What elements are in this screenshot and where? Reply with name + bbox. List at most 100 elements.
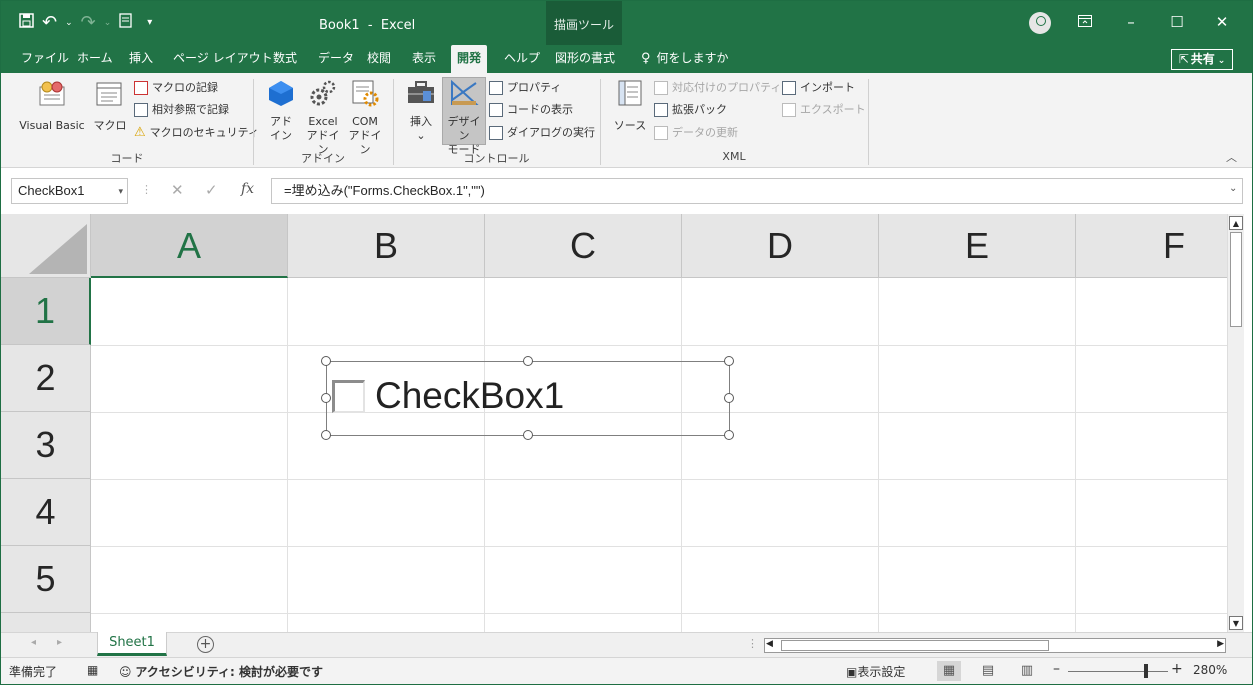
tab-split-grip-icon[interactable]: ⋮ bbox=[747, 637, 758, 650]
scroll-right-icon[interactable]: ▶ bbox=[1217, 639, 1224, 649]
vertical-scrollbar[interactable]: ▲ ▼ bbox=[1227, 214, 1244, 632]
visual-basic-button[interactable]: Visual Basic bbox=[15, 79, 89, 133]
print-preview-icon[interactable] bbox=[119, 13, 133, 32]
resize-handle-right[interactable] bbox=[724, 393, 734, 403]
expansion-packs-button[interactable]: 拡張パック bbox=[654, 101, 727, 119]
row-header-3[interactable]: 3 bbox=[1, 412, 91, 479]
column-header-c[interactable]: C bbox=[485, 214, 682, 278]
zoom-slider-track[interactable] bbox=[1068, 671, 1168, 672]
insert-function-icon[interactable]: fx bbox=[241, 181, 254, 197]
tab-insert[interactable]: 挿入 bbox=[123, 45, 159, 73]
row-header-5[interactable]: 5 bbox=[1, 546, 91, 613]
gridline bbox=[91, 345, 1227, 346]
tab-view[interactable]: 表示 bbox=[406, 45, 442, 73]
zoom-level[interactable]: 280% bbox=[1193, 663, 1227, 677]
formula-input[interactable]: =埋め込み("Forms.CheckBox.1","") bbox=[271, 178, 1243, 204]
add-sheet-icon[interactable]: + bbox=[197, 636, 214, 653]
resize-handle-bottom-right[interactable] bbox=[724, 430, 734, 440]
addins-button[interactable]: アド イン bbox=[263, 79, 299, 143]
row-header-4[interactable]: 4 bbox=[1, 479, 91, 546]
collapse-ribbon-icon[interactable]: ︿ bbox=[1226, 149, 1237, 165]
relative-reference-button[interactable]: 相対参照で記録 bbox=[134, 101, 229, 119]
scroll-left-icon[interactable]: ◀ bbox=[766, 639, 773, 649]
close-icon[interactable]: ✕ bbox=[1208, 13, 1236, 31]
column-header-b[interactable]: B bbox=[288, 214, 485, 278]
sheet-tab-sheet1[interactable]: Sheet1 bbox=[97, 632, 167, 656]
name-box-dropdown-icon[interactable]: ▾ bbox=[118, 179, 123, 203]
row-header-1[interactable]: 1 bbox=[1, 278, 91, 345]
ribbon-display-options-icon[interactable] bbox=[1071, 13, 1099, 31]
zoom-slider-thumb[interactable] bbox=[1144, 664, 1148, 678]
qat-customize-icon[interactable]: ▾ bbox=[147, 17, 152, 28]
enter-formula-icon[interactable]: ✓ bbox=[205, 181, 218, 199]
resize-handle-top-left[interactable] bbox=[321, 356, 331, 366]
next-sheet-icon[interactable]: ▸ bbox=[57, 637, 62, 648]
properties-button[interactable]: プロパティ bbox=[489, 79, 561, 97]
resize-handle-top-right[interactable] bbox=[724, 356, 734, 366]
resize-handle-bottom-left[interactable] bbox=[321, 430, 331, 440]
page-layout-view-icon[interactable]: ▤ bbox=[976, 661, 1000, 681]
resize-handle-left[interactable] bbox=[321, 393, 331, 403]
tab-page-layout[interactable]: ページ レイアウト bbox=[167, 45, 279, 73]
row-header-2[interactable]: 2 bbox=[1, 345, 91, 412]
row-header-6[interactable] bbox=[1, 613, 91, 632]
tab-formulas[interactable]: 数式 bbox=[267, 45, 303, 73]
undo-icon[interactable]: ↶ bbox=[42, 13, 57, 31]
context-tab-drawing-tools: 描画ツール bbox=[546, 1, 622, 45]
checkbox-control[interactable]: CheckBox1 bbox=[321, 356, 734, 440]
xml-source-button[interactable]: ソース bbox=[610, 79, 650, 133]
tab-home[interactable]: ホーム bbox=[71, 45, 119, 73]
column-header-a[interactable]: A bbox=[91, 214, 288, 278]
excel-addins-button[interactable]: Excel アドイン bbox=[303, 79, 343, 157]
zoom-in-icon[interactable]: + bbox=[1171, 661, 1183, 677]
column-header-f[interactable]: F bbox=[1076, 214, 1227, 278]
select-all-button[interactable] bbox=[1, 214, 91, 278]
checkbox-square[interactable] bbox=[332, 380, 365, 413]
resize-handle-bottom[interactable] bbox=[523, 430, 533, 440]
tell-me-box[interactable]: ♀ 何をしますか bbox=[635, 45, 735, 73]
vertical-scroll-thumb[interactable] bbox=[1230, 232, 1242, 327]
tab-data[interactable]: データ bbox=[312, 45, 360, 73]
redo-dropdown-icon[interactable]: ⌄ bbox=[104, 18, 112, 28]
column-header-e[interactable]: E bbox=[879, 214, 1076, 278]
tab-help[interactable]: ヘルプ bbox=[498, 45, 546, 73]
zoom-out-icon[interactable]: – bbox=[1053, 661, 1060, 677]
share-button[interactable]: ⇱ 共有 ⌄ bbox=[1171, 49, 1233, 70]
maximize-icon[interactable]: ☐ bbox=[1163, 13, 1191, 31]
horizontal-scrollbar[interactable]: ◀ ▶ bbox=[764, 638, 1226, 653]
tab-developer[interactable]: 開発 bbox=[451, 45, 488, 73]
horizontal-scroll-thumb[interactable] bbox=[781, 640, 1049, 651]
com-addins-button[interactable]: COM アドイン bbox=[345, 79, 385, 157]
run-dialog-button[interactable]: ダイアログの実行 bbox=[489, 124, 595, 142]
record-macro-button[interactable]: マクロの記録 bbox=[134, 79, 218, 97]
design-mode-button[interactable]: デザイン モード bbox=[443, 79, 485, 157]
scroll-up-icon[interactable]: ▲ bbox=[1229, 216, 1243, 230]
accessibility-status[interactable]: ☺ アクセシビリティ: 検討が必要です bbox=[119, 663, 323, 680]
prev-sheet-icon[interactable]: ◂ bbox=[31, 637, 36, 648]
undo-dropdown-icon[interactable]: ⌄ bbox=[65, 18, 73, 28]
account-avatar-icon[interactable] bbox=[1029, 12, 1051, 34]
macro-security-button[interactable]: ⚠ マクロのセキュリティ bbox=[134, 124, 259, 142]
macro-record-status-icon[interactable]: ▦ bbox=[87, 663, 98, 677]
column-header-d[interactable]: D bbox=[682, 214, 879, 278]
name-box[interactable]: CheckBox1 ▾ bbox=[11, 178, 128, 204]
display-settings[interactable]: ▣表示設定 bbox=[846, 663, 905, 680]
ribbon-developer: Visual Basic マクロ マクロの記録 相対参照で記録 ⚠ マクロのセキュ… bbox=[1, 73, 1252, 168]
cancel-formula-icon[interactable]: ✕ bbox=[171, 181, 184, 199]
insert-control-button[interactable]: 挿入 ⌄ bbox=[403, 79, 439, 143]
import-button[interactable]: インポート bbox=[782, 79, 855, 97]
expand-formula-bar-icon[interactable]: ⌄ bbox=[1229, 183, 1237, 194]
resize-handle-top[interactable] bbox=[523, 356, 533, 366]
redo-icon[interactable]: ↷ bbox=[81, 13, 96, 31]
view-code-button[interactable]: コードの表示 bbox=[489, 101, 573, 119]
normal-view-icon[interactable]: ▦ bbox=[937, 661, 961, 681]
page-break-view-icon[interactable]: ▥ bbox=[1015, 661, 1039, 681]
save-icon[interactable] bbox=[19, 13, 34, 32]
scroll-down-icon[interactable]: ▼ bbox=[1229, 616, 1243, 630]
worksheet-grid[interactable]: A B C D E F 1 2 3 4 5 CheckBox1 bbox=[1, 214, 1227, 632]
minimize-icon[interactable]: – bbox=[1117, 13, 1145, 31]
tab-file[interactable]: ファイル bbox=[15, 45, 75, 73]
tab-review[interactable]: 校閲 bbox=[361, 45, 397, 73]
tab-shape-format[interactable]: 図形の書式 bbox=[549, 45, 621, 73]
macro-button[interactable]: マクロ bbox=[93, 79, 127, 133]
